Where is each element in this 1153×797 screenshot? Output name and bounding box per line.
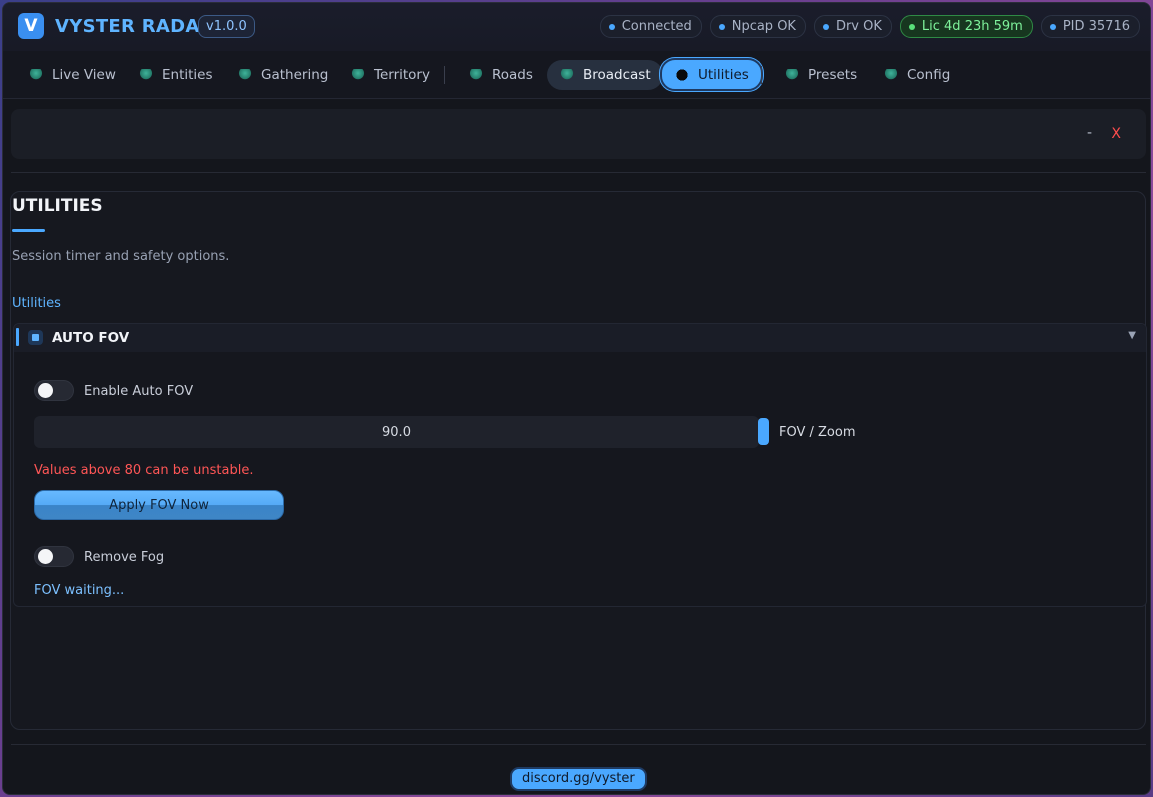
fov-value: 90.0 [382, 424, 411, 440]
status-label: Connected [621, 19, 692, 34]
window-controls-bar: - X [11, 109, 1146, 159]
discord-link[interactable]: discord.gg/vyster [510, 767, 647, 791]
enable-auto-fov-toggle[interactable] [34, 380, 74, 401]
tab-broadcast[interactable]: Broadcast [547, 60, 663, 90]
fov-status: FOV waiting... [34, 583, 125, 598]
tab-label: Territory [374, 67, 430, 83]
status-label: Npcap OK [731, 19, 796, 34]
status-dot-icon [908, 23, 915, 30]
app-window: V VYSTER RADAR v1.0.0 Connected Npcap OK… [2, 2, 1151, 795]
tab-label: Roads [492, 67, 533, 83]
status-npcap: Npcap OK [709, 15, 806, 38]
section-label: Utilities [12, 296, 61, 311]
app-logo: V [18, 13, 44, 39]
version-badge: v1.0.0 [198, 15, 255, 38]
crystal-icon [237, 68, 253, 82]
crystal-icon [559, 68, 575, 82]
nav-separator [444, 66, 445, 84]
tab-label: Live View [52, 67, 116, 83]
tab-label: Utilities [698, 66, 749, 83]
blob-icon [674, 68, 690, 82]
status-bar: Connected Npcap OK Drv OK Lic 4d 23h 59m… [599, 15, 1140, 38]
status-driver: Drv OK [813, 15, 892, 38]
crystal-icon [350, 68, 366, 82]
tab-label: Broadcast [583, 67, 651, 83]
title-underline [12, 229, 45, 232]
status-pid: PID 35716 [1040, 15, 1140, 38]
app-header: V VYSTER RADAR v1.0.0 Connected Npcap OK… [3, 3, 1150, 51]
tab-label: Presets [808, 67, 858, 83]
crystal-icon [138, 68, 154, 82]
accordion-title: AUTO FOV [52, 330, 130, 346]
tab-roads[interactable]: Roads [456, 60, 545, 90]
enable-auto-fov-label: Enable Auto FOV [84, 384, 194, 399]
fov-label: FOV / Zoom [779, 425, 856, 440]
checkbox-icon [28, 330, 43, 345]
divider [11, 172, 1146, 173]
fov-slider[interactable]: 90.0 [34, 416, 759, 448]
crystal-icon [468, 68, 484, 82]
tab-config[interactable]: Config [871, 60, 962, 90]
caret-down-icon[interactable]: ▼ [1128, 330, 1136, 341]
tab-label: Config [907, 67, 951, 83]
app-title: VYSTER RADAR [55, 16, 214, 37]
tab-utilities[interactable]: Utilities [660, 58, 763, 91]
remove-fog-label: Remove Fog [84, 550, 165, 565]
remove-fog-toggle[interactable] [34, 546, 74, 567]
tab-territory[interactable]: Territory [338, 60, 442, 90]
accordion-header[interactable]: AUTO FOV ▼ [14, 324, 1146, 352]
tab-presets[interactable]: Presets [772, 60, 869, 90]
apply-fov-label: Apply FOV Now [109, 497, 209, 513]
accordion-accent-bar [16, 328, 19, 346]
nav-separator [761, 66, 762, 84]
apply-fov-button[interactable]: Apply FOV Now [34, 490, 284, 520]
status-dot-icon [608, 23, 615, 30]
status-label: PID 35716 [1062, 19, 1130, 34]
page-title: UTILITIES [12, 196, 103, 216]
tab-live-view[interactable]: Live View [16, 60, 128, 90]
divider [11, 744, 1146, 745]
auto-fov-accordion: AUTO FOV ▼ Enable Auto FOV 90.0 FOV / Zo… [13, 323, 1147, 607]
tab-label: Entities [162, 67, 213, 83]
status-label: Lic 4d 23h 59m [921, 19, 1023, 34]
status-license: Lic 4d 23h 59m [899, 15, 1033, 38]
status-connected: Connected [599, 15, 702, 38]
crystal-icon [28, 68, 44, 82]
fov-slider-handle[interactable] [758, 418, 769, 445]
tab-label: Gathering [261, 67, 329, 83]
tab-entities[interactable]: Entities [126, 60, 225, 90]
nav-tabs: Live View Entities Gathering Territory R… [3, 51, 1150, 99]
tab-gathering[interactable]: Gathering [225, 60, 340, 90]
status-label: Drv OK [835, 19, 882, 34]
page-description: Session timer and safety options. [12, 249, 230, 264]
close-button[interactable]: X [1111, 126, 1121, 142]
minimize-button[interactable]: - [1087, 125, 1092, 141]
status-dot-icon [822, 23, 829, 30]
status-dot-icon [1049, 23, 1056, 30]
status-dot-icon [718, 23, 725, 30]
utilities-panel: UTILITIES Session timer and safety optio… [10, 191, 1147, 730]
crystal-icon [883, 68, 899, 82]
crystal-icon [784, 68, 800, 82]
fov-warning: Values above 80 can be unstable. [34, 463, 254, 478]
